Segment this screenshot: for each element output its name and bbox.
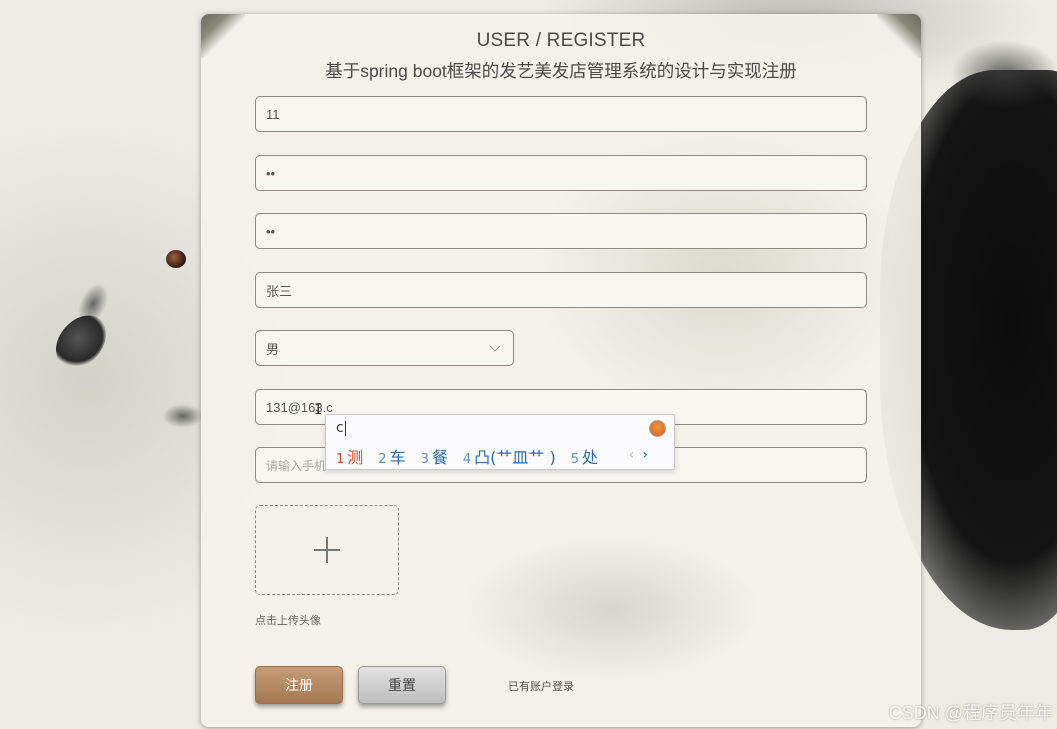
avatar-upload[interactable] xyxy=(255,505,399,595)
username-value: 11 xyxy=(266,106,280,122)
register-button[interactable]: 注册 xyxy=(255,666,343,704)
email-value: 131@163.c xyxy=(266,399,333,415)
login-link[interactable]: 已有账户登录 xyxy=(508,678,574,694)
ime-candidate[interactable]: 4 凸(艹皿艹 ) xyxy=(463,444,556,468)
upload-hint: 点击上传头像 xyxy=(255,615,321,627)
password-value: •• xyxy=(266,165,276,181)
confirm-password-input[interactable]: •• xyxy=(255,213,867,249)
ime-prev-page[interactable]: ‹ xyxy=(629,447,635,463)
chevron-down-icon xyxy=(489,340,501,352)
register-card: USER / REGISTER 基于spring boot框架的发艺美发店管理系… xyxy=(201,14,921,727)
gender-selected-value: 男 xyxy=(266,341,280,357)
name-input[interactable]: 张三 xyxy=(255,272,867,308)
name-value: 张三 xyxy=(266,283,293,299)
password-input[interactable]: •• xyxy=(255,155,867,191)
ime-candidate[interactable]: 5处 xyxy=(571,444,598,468)
page-title: USER / REGISTER xyxy=(476,30,646,51)
pebble-decoration xyxy=(166,250,186,268)
watermark: CSDN @程序员年年 xyxy=(888,703,1053,723)
ime-page-nav: ‹ › xyxy=(629,447,648,463)
username-input[interactable]: 11 xyxy=(255,96,867,132)
ime-candidate-popup: c 1测 2车 3餐 4 凸(艹皿艹 ) 5处 ‹ › xyxy=(325,414,675,470)
ime-next-page[interactable]: › xyxy=(642,447,648,463)
reset-button[interactable]: 重置 xyxy=(358,666,446,704)
fish-decoration xyxy=(162,404,204,428)
phone-placeholder: 请输入手机 xyxy=(266,458,327,473)
ime-candidate[interactable]: 1测 xyxy=(336,444,363,468)
plus-icon xyxy=(314,537,340,563)
ime-candidate[interactable]: 3餐 xyxy=(421,444,448,468)
confirm-password-value: •• xyxy=(266,223,276,239)
ime-candidate-list: 1测 2车 3餐 4 凸(艹皿艹 ) 5处 xyxy=(336,444,613,468)
ime-logo-icon xyxy=(649,420,666,437)
ime-candidate[interactable]: 2车 xyxy=(378,444,405,468)
gender-select[interactable]: 男 xyxy=(255,330,514,366)
text-cursor-icon: I xyxy=(314,402,323,418)
page-subtitle: 基于spring boot框架的发艺美发店管理系统的设计与实现注册 xyxy=(325,61,797,81)
ime-composition: c xyxy=(336,420,346,436)
